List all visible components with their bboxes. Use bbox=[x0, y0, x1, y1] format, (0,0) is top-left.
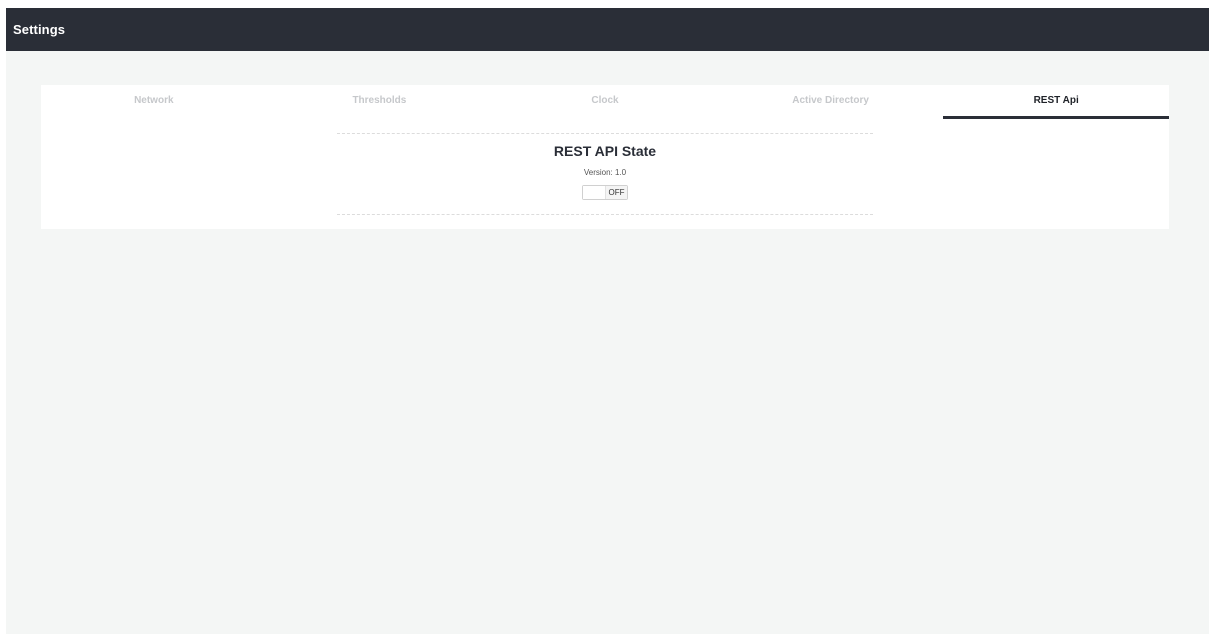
rest-api-heading: REST API State bbox=[553, 143, 657, 159]
version-label: Version: 1.0 bbox=[583, 168, 627, 177]
top-bar: Settings bbox=[6, 8, 1209, 51]
tab-active-directory[interactable]: Active Directory bbox=[718, 85, 944, 119]
page-title: Settings bbox=[13, 22, 66, 37]
rest-api-section: REST API State Version: 1.0 OFF bbox=[337, 133, 873, 215]
rest-api-toggle[interactable]: OFF bbox=[582, 185, 628, 200]
settings-panel: Network Thresholds Clock Active Director… bbox=[41, 85, 1169, 229]
tab-bar: Network Thresholds Clock Active Director… bbox=[41, 85, 1169, 119]
tab-rest-api[interactable]: REST Api bbox=[943, 85, 1169, 119]
settings-page: Settings Network Thresholds Clock Active… bbox=[6, 8, 1209, 634]
toggle-knob bbox=[583, 186, 606, 199]
tab-clock[interactable]: Clock bbox=[492, 85, 718, 119]
toggle-state-label: OFF bbox=[606, 186, 627, 199]
tab-thresholds[interactable]: Thresholds bbox=[267, 85, 493, 119]
tab-network[interactable]: Network bbox=[41, 85, 267, 119]
